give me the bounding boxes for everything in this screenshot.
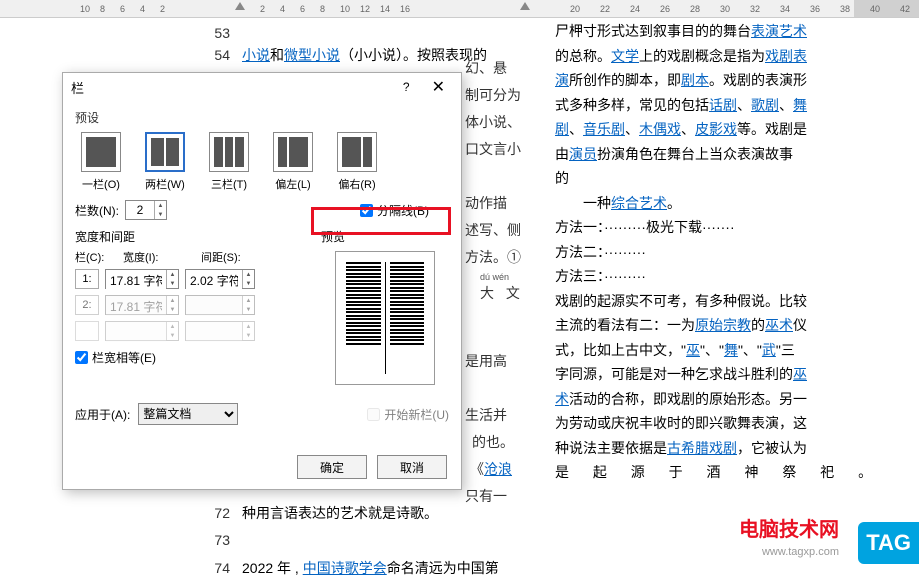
ok-button[interactable]: 确定 xyxy=(297,455,367,479)
col2-width-input: ▲▼ xyxy=(105,295,179,315)
col-index-2: 2: xyxy=(75,295,99,315)
ruler-indent-marker[interactable] xyxy=(235,2,245,10)
close-button[interactable]: ✕ xyxy=(424,75,453,99)
columns-dialog: 栏 ? ✕ 预设 一栏(O) 两栏(W) 三栏(T) 偏左(L) xyxy=(62,72,462,490)
num-columns-label: 栏数(N): xyxy=(75,202,119,219)
equal-width-checkbox[interactable]: 栏宽相等(E) xyxy=(75,349,305,366)
cancel-button[interactable]: 取消 xyxy=(377,455,447,479)
preset-three-columns[interactable]: 三栏(T) xyxy=(209,132,249,192)
document-column-2[interactable]: 尸柙寸形式达到叙事目的的舞台表演艺术 的总称。文学上的戏剧概念是指为戏剧表 演所… xyxy=(555,19,905,485)
preset-left-column[interactable]: 偏左(L) xyxy=(273,132,313,192)
line-number: 72 xyxy=(200,500,230,527)
watermark-brand: 电脑技术网 xyxy=(739,513,839,542)
ruler-indent-marker[interactable] xyxy=(520,2,530,10)
presets-label: 预设 xyxy=(75,109,449,126)
width-spacing-label: 宽度和间距 xyxy=(75,228,305,245)
tag-badge: TAG xyxy=(858,522,919,564)
line-number: 54 xyxy=(200,44,230,66)
line-number: 53 xyxy=(200,22,230,44)
col-index-1: 1: xyxy=(75,269,99,289)
dialog-titlebar[interactable]: 栏 ? ✕ xyxy=(63,73,461,101)
help-button[interactable]: ? xyxy=(403,80,410,94)
apply-to-label: 应用于(A): xyxy=(75,406,130,423)
watermark-url: www.tagxp.com xyxy=(762,546,839,558)
preset-two-columns[interactable]: 两栏(W) xyxy=(145,132,185,192)
col2-gap-input: ▲▼ xyxy=(185,295,255,315)
horizontal-ruler[interactable]: 10 8 6 4 2 2 4 6 8 10 12 14 16 20 22 24 … xyxy=(0,0,919,18)
start-new-column-checkbox: 开始新栏(U) xyxy=(367,406,449,423)
highlight-box xyxy=(311,207,451,235)
dialog-title: 栏 xyxy=(71,78,84,97)
line-number: 74 xyxy=(200,555,230,582)
num-columns-input[interactable]: ▲▼ xyxy=(125,200,167,220)
col1-width-input[interactable]: ▲▼ xyxy=(105,269,179,289)
apply-to-select[interactable]: 整篇文档 xyxy=(138,403,238,425)
preset-right-column[interactable]: 偏右(R) xyxy=(337,132,377,192)
line-number: 73 xyxy=(200,527,230,554)
col1-gap-input[interactable]: ▲▼ xyxy=(185,269,255,289)
preset-one-column[interactable]: 一栏(O) xyxy=(81,132,121,192)
columns-preview xyxy=(335,251,435,385)
